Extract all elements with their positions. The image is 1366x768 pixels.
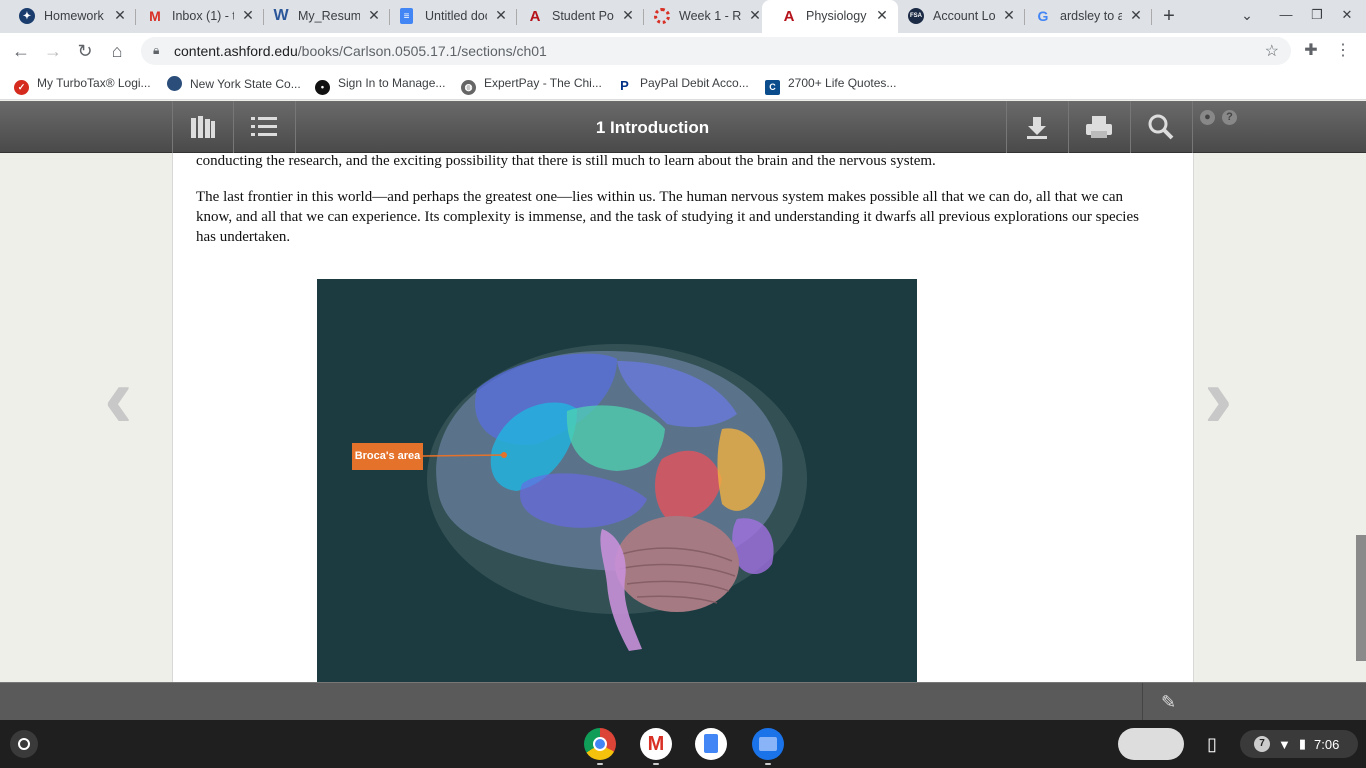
tab-week1[interactable]: Week 1 - Re ✕: [635, 0, 771, 33]
close-window-icon[interactable]: ✕: [1338, 7, 1356, 23]
tab-physiology[interactable]: A Physiology ✕: [762, 0, 898, 33]
tab-account-login[interactable]: FSA Account Lo ✕: [889, 0, 1025, 33]
seal-icon: [167, 76, 182, 91]
dot-logo-icon: •: [315, 80, 330, 95]
close-icon[interactable]: ✕: [493, 7, 509, 24]
minimize-icon[interactable]: —: [1277, 7, 1295, 22]
download-icon[interactable]: [1007, 101, 1067, 153]
notification-count: 7: [1254, 736, 1270, 752]
close-icon[interactable]: ✕: [1001, 7, 1017, 24]
forward-icon[interactable]: →: [41, 39, 65, 63]
clock: 7:06: [1314, 736, 1340, 752]
tab-label: Week 1 - Re: [679, 9, 741, 23]
bookshelf-icon[interactable]: [173, 101, 233, 153]
status-tray[interactable]: 7 ▼ ▮ 7:06: [1240, 730, 1358, 758]
ashford-icon: A: [529, 7, 541, 25]
close-icon[interactable]: ✕: [747, 7, 763, 24]
reader-bottom-bar: ✎: [0, 682, 1366, 721]
menu-dots-icon[interactable]: ⋮: [1333, 40, 1353, 60]
reload-icon[interactable]: ↻: [73, 39, 97, 63]
brain-illustration: [422, 344, 807, 651]
bookmark-star-icon[interactable]: ☆: [1265, 41, 1279, 61]
new-tab-plus-icon[interactable]: +: [1158, 5, 1180, 28]
browser-toolbar: ← → ↻ ⌂ 🔒︎ content.ashford.edu/books/Car…: [0, 33, 1366, 69]
search-icon[interactable]: [1131, 101, 1191, 153]
bookmark-turbotax[interactable]: ✓ My TurboTax® Logi...: [14, 76, 151, 95]
fsa-icon: FSA: [908, 8, 924, 24]
paragraph: conducting the research, and the excitin…: [196, 153, 936, 169]
docs-app-icon[interactable]: [695, 728, 727, 760]
address-bar[interactable]: 🔒︎ content.ashford.edu/books/Carlson.050…: [141, 37, 1291, 65]
tab-resume[interactable]: W My_Resume ✕: [254, 0, 390, 33]
close-icon[interactable]: ✕: [112, 7, 128, 24]
lock-icon: 🔒︎: [153, 43, 160, 57]
scrollbar-thumb[interactable]: [1356, 535, 1366, 661]
brain-figure: Broca's area: [317, 279, 917, 682]
circle-logo-icon: ✦: [19, 8, 35, 24]
back-icon[interactable]: ←: [9, 39, 33, 63]
tab-label: Account Lo: [933, 9, 995, 23]
brocas-area-label: Broca's area: [352, 443, 423, 470]
google-docs-icon: ≡: [400, 8, 413, 24]
gmail-icon: M: [149, 8, 161, 24]
bookmark-nys[interactable]: New York State Co...: [167, 76, 301, 91]
tab-homework[interactable]: ✦ Homework ✕: [0, 0, 136, 33]
holding-space-icon[interactable]: [1118, 728, 1184, 760]
google-icon: G: [1037, 8, 1049, 24]
os-shelf: M ▯ 7 ▼ ▮ 7:06: [0, 720, 1366, 768]
home-icon[interactable]: ⌂: [105, 39, 129, 63]
ring-icon: [654, 8, 670, 24]
previous-page-arrow-icon[interactable]: ‹: [104, 355, 133, 441]
tab-inbox[interactable]: M Inbox (1) - t ✕: [128, 0, 264, 33]
globe-icon: ◍: [461, 80, 476, 95]
book-page: conducting the research, and the excitin…: [172, 153, 1194, 682]
phone-hub-icon[interactable]: ▯: [1200, 728, 1224, 760]
help-icon[interactable]: ?: [1222, 110, 1237, 125]
bookmark-quotes[interactable]: C 2700+ Life Quotes...: [765, 76, 896, 95]
url-text: content.ashford.edu/books/Carlson.0505.1…: [174, 43, 547, 59]
launcher-icon[interactable]: [10, 730, 38, 758]
close-icon[interactable]: ✕: [620, 7, 636, 24]
ashford-icon: A: [783, 7, 795, 25]
user-icon[interactable]: ●: [1200, 110, 1215, 125]
tab-label: Physiology: [806, 9, 867, 23]
restore-icon[interactable]: ❐: [1308, 7, 1326, 23]
tab-label: My_Resume: [298, 9, 360, 23]
tab-label: Student Por: [552, 9, 614, 23]
tab-label: Untitled doc: [425, 9, 487, 23]
bookmark-expertpay[interactable]: ◍ ExpertPay - The Chi...: [461, 76, 602, 95]
reader-toolbar: 1 Introduction ● ?: [0, 101, 1366, 153]
bookmark-sign-in[interactable]: • Sign In to Manage...: [315, 76, 445, 95]
tab-label: Homework: [44, 9, 104, 23]
gmail-app-icon[interactable]: M: [640, 728, 672, 760]
tab-untitled-doc[interactable]: ≡ Untitled doc ✕: [381, 0, 517, 33]
close-icon[interactable]: ✕: [874, 7, 890, 24]
wifi-icon: ▼: [1278, 736, 1291, 752]
word-icon: W: [273, 7, 289, 24]
extensions-puzzle-icon[interactable]: ✚: [1301, 40, 1321, 60]
close-icon[interactable]: ✕: [1128, 7, 1144, 24]
table-of-contents-icon[interactable]: [234, 101, 294, 153]
paypal-icon: P: [620, 78, 629, 93]
print-icon[interactable]: [1069, 101, 1129, 153]
paragraph: The last frontier in this world—and perh…: [196, 189, 1139, 245]
tab-label: ardsley to a: [1060, 9, 1122, 23]
battery-icon: ▮: [1298, 736, 1307, 751]
reader-content: ‹ › conducting the research, and the exc…: [0, 153, 1366, 682]
c-logo-icon: C: [765, 80, 780, 95]
tab-strip: ✦ Homework ✕ M Inbox (1) - t ✕ W My_Resu…: [0, 0, 1366, 33]
files-app-icon[interactable]: [752, 728, 784, 760]
bookmarks-bar: ✓ My TurboTax® Logi... New York State Co.…: [0, 69, 1366, 100]
close-icon[interactable]: ✕: [366, 7, 382, 24]
tab-student-portal[interactable]: A Student Por ✕: [508, 0, 644, 33]
tab-google-search[interactable]: G ardsley to a ✕: [1016, 0, 1152, 33]
check-icon: ✓: [14, 80, 29, 95]
notes-pencil-icon[interactable]: ✎: [1142, 683, 1194, 721]
next-page-arrow-icon[interactable]: ›: [1204, 355, 1233, 441]
chapter-title: 1 Introduction: [595, 118, 710, 137]
tab-label: Inbox (1) - t: [172, 9, 234, 23]
bookmark-paypal[interactable]: P PayPal Debit Acco...: [617, 76, 749, 93]
tab-search-icon[interactable]: ⌄: [1238, 7, 1256, 24]
chrome-app-icon[interactable]: [584, 728, 616, 760]
